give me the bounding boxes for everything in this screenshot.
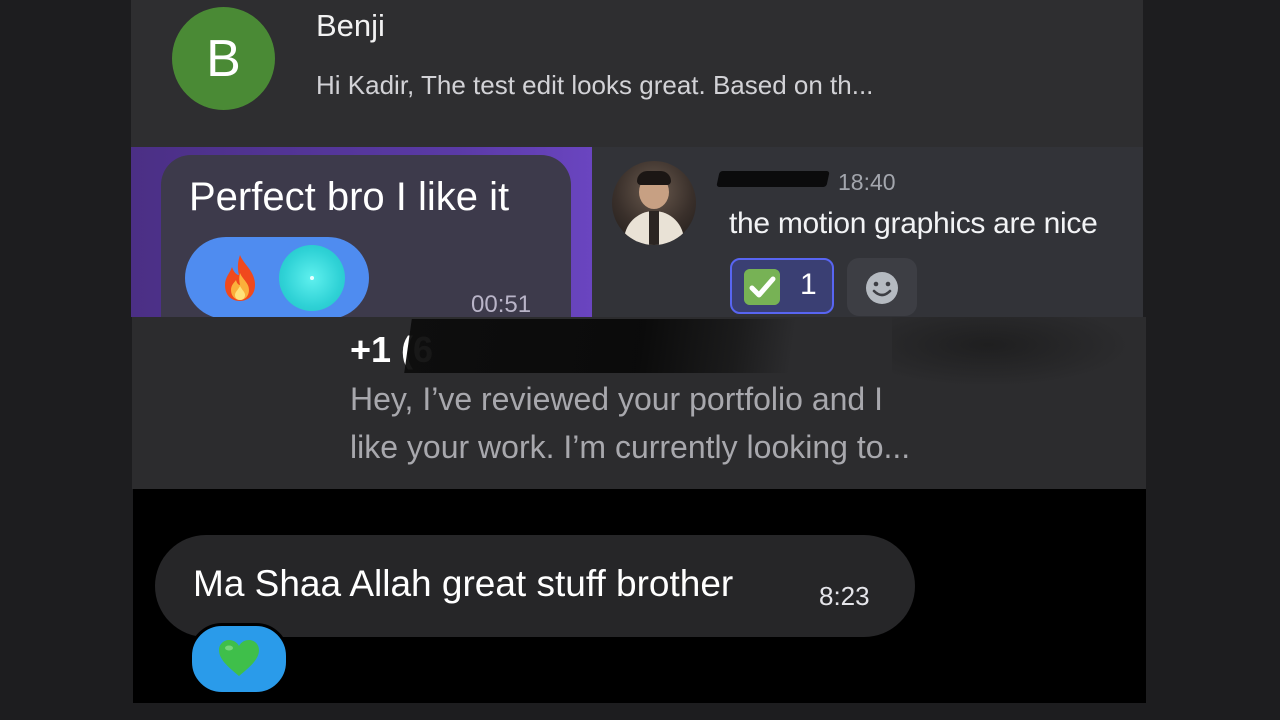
- discord-message-panel: 18:40 the motion graphics are nice 1: [592, 147, 1143, 317]
- green-heart-icon: [219, 640, 259, 676]
- avatar: B: [172, 7, 275, 110]
- message-preview-line2: like your work. I’m currently looking to…: [350, 429, 911, 465]
- redaction-smudge: [892, 317, 1132, 387]
- teal-circle-sticker: [279, 245, 345, 311]
- avatar-letter: B: [206, 29, 241, 88]
- benji-notification[interactable]: B Benji Hi Kadir, The test edit looks gr…: [131, 0, 1143, 147]
- dark-chat-panel: Ma Shaa Allah great stuff brother 8:23: [133, 489, 1146, 703]
- fire-icon: [225, 255, 255, 301]
- sender-name: Benji: [316, 8, 385, 43]
- redaction-scribble: [404, 319, 797, 373]
- check-reaction-button[interactable]: 1: [730, 258, 834, 314]
- message-time: 8:23: [819, 581, 870, 611]
- message-bubble[interactable]: Perfect bro I like it 00:51: [161, 155, 571, 317]
- phone-notification[interactable]: +1 (6 Hey, I’ve reviewed your portfolio …: [132, 317, 1146, 489]
- redacted-username: [716, 171, 830, 187]
- message-time: 00:51: [471, 291, 532, 317]
- message-preview: Hi Kadir, The test edit looks great. Bas…: [316, 70, 874, 100]
- message-text: Perfect bro I like it: [189, 175, 510, 219]
- add-reaction-button[interactable]: [847, 258, 917, 316]
- message-text: the motion graphics are nice: [729, 207, 1098, 240]
- heart-reaction-pill[interactable]: [189, 623, 289, 695]
- message-text: Ma Shaa Allah great stuff brother: [193, 563, 734, 604]
- reaction-count: 1: [800, 268, 817, 301]
- message-preview-line1: Hey, I’ve reviewed your portfolio and I: [350, 381, 883, 417]
- purple-chat-panel: Perfect bro I like it 00:51: [131, 147, 592, 317]
- user-avatar[interactable]: [612, 161, 696, 245]
- smile-icon: [866, 272, 898, 304]
- message-time: 18:40: [838, 169, 896, 195]
- reaction-pill[interactable]: [185, 237, 369, 317]
- message-bubble[interactable]: Ma Shaa Allah great stuff brother 8:23: [155, 535, 915, 637]
- check-mark-icon: [744, 269, 780, 305]
